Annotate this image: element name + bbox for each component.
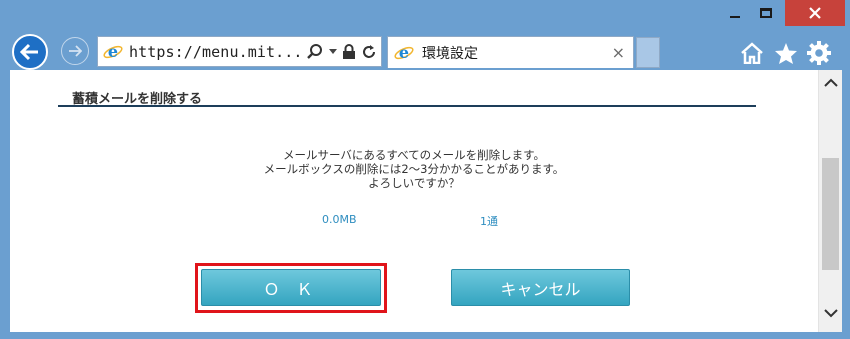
tab-settings[interactable]: e 環境設定 × <box>387 36 634 68</box>
message-line: よろしいですか？ <box>368 176 460 190</box>
scroll-down-button[interactable] <box>819 309 842 318</box>
page-content: 蓄積メールを削除する メールサーバにあるすべてのメールを削除します。 メールボッ… <box>10 70 818 332</box>
url-text[interactable]: https://menu.mit... <box>129 43 302 61</box>
tab-close-icon[interactable]: × <box>612 44 625 61</box>
chevron-down-icon <box>823 309 838 318</box>
forward-button[interactable] <box>61 37 89 65</box>
message-line: メールボックスの削除には2～3分かかることがあります。 <box>263 162 565 176</box>
scroll-up-button[interactable] <box>819 78 842 87</box>
maximize-button[interactable] <box>752 0 780 26</box>
search-icon[interactable] <box>306 43 324 61</box>
favorites-button[interactable] <box>773 40 799 66</box>
home-button[interactable] <box>739 40 765 66</box>
svg-text:e: e <box>399 43 409 62</box>
vertical-scrollbar[interactable] <box>818 70 842 332</box>
ie-logo-icon: e <box>394 43 414 62</box>
close-icon <box>809 7 821 19</box>
lock-icon[interactable] <box>342 43 356 60</box>
arrow-right-icon <box>69 45 82 57</box>
back-button[interactable] <box>12 34 48 70</box>
home-icon <box>741 42 763 64</box>
mailbox-size: 0.0MB <box>322 213 357 226</box>
tab-title: 環境設定 <box>422 45 478 62</box>
ok-button[interactable]: Ｏ Ｋ <box>201 269 381 306</box>
svg-text:e: e <box>108 42 118 61</box>
close-window-button[interactable] <box>785 0 845 26</box>
section-divider <box>58 105 756 107</box>
chevron-down-icon[interactable] <box>329 48 337 55</box>
new-tab-button[interactable] <box>636 37 660 68</box>
chevron-up-icon <box>823 78 838 87</box>
arrow-left-icon <box>20 43 38 61</box>
minimize-button[interactable] <box>722 0 748 26</box>
confirmation-message: メールサーバにあるすべてのメールを削除します。 メールボックスの削除には2～3分… <box>10 148 818 190</box>
cancel-button[interactable]: キャンセル <box>451 269 630 306</box>
mail-count: 1通 <box>480 215 498 228</box>
star-icon <box>775 42 797 64</box>
scroll-thumb[interactable] <box>822 158 839 270</box>
ie-logo-icon: e <box>103 42 123 61</box>
message-line: メールサーバにあるすべてのメールを削除します。 <box>283 148 545 162</box>
refresh-icon[interactable] <box>361 44 377 60</box>
tools-button[interactable] <box>806 40 832 66</box>
address-bar[interactable]: e https://menu.mit... <box>97 36 382 67</box>
gear-icon <box>807 41 831 65</box>
